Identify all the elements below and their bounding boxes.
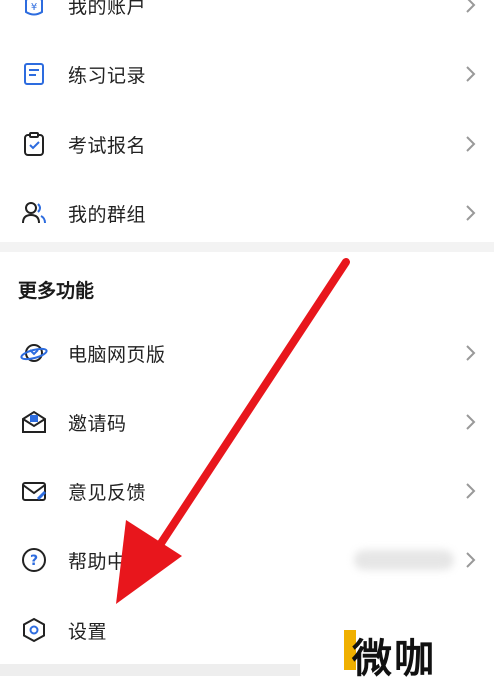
watermark-logo: 微咖 <box>344 626 494 682</box>
watermark-text: 微咖 <box>352 636 436 682</box>
red-arrow-annotation <box>116 258 350 604</box>
